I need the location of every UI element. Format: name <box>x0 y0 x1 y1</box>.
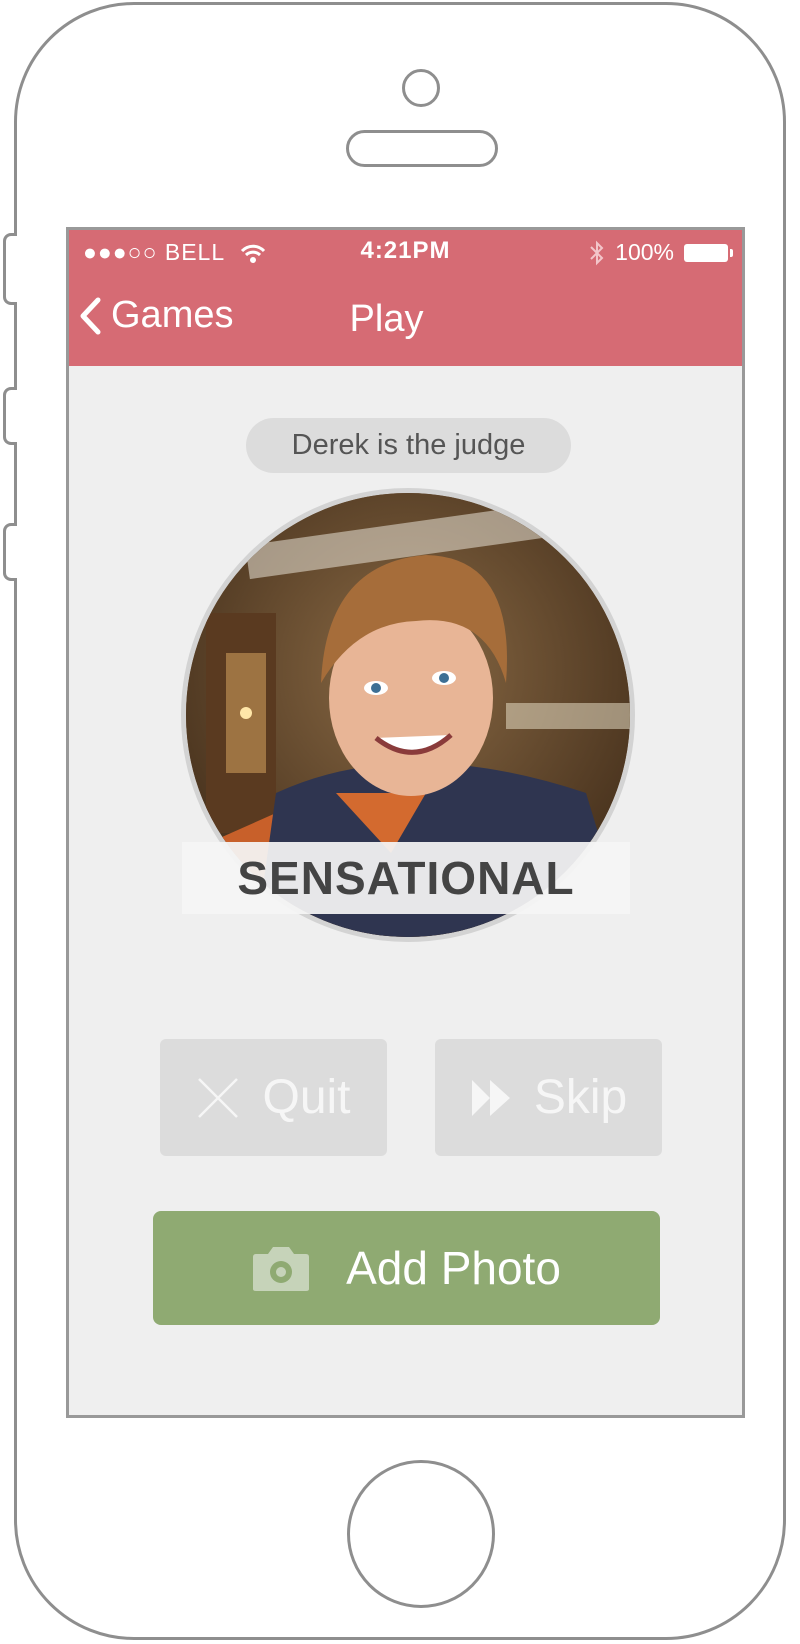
app-screen: ●●●○○ BELL 4:21PM 100% Games Play Derek … <box>66 227 745 1418</box>
mute-switch <box>3 233 17 305</box>
earpiece-speaker <box>346 130 498 167</box>
fast-forward-icon <box>471 1079 510 1116</box>
volume-up-button <box>3 387 17 445</box>
caption-label: SENSATIONAL <box>182 842 630 914</box>
camera-icon <box>253 1247 310 1291</box>
quit-button[interactable]: Quit <box>160 1039 387 1156</box>
add-photo-label: Add Photo <box>346 1242 561 1294</box>
quit-label: Quit <box>262 1071 351 1124</box>
skip-button[interactable]: Skip <box>435 1039 662 1156</box>
page-title: Play <box>349 298 424 340</box>
close-icon <box>198 1077 239 1118</box>
battery-percent: 100% <box>615 239 674 265</box>
nav-bar: Games Play <box>69 272 742 366</box>
status-right: 100% <box>589 239 733 266</box>
battery-icon <box>684 243 733 262</box>
front-camera <box>402 69 440 107</box>
status-bar: ●●●○○ BELL 4:21PM 100% <box>69 230 742 272</box>
add-photo-button[interactable]: Add Photo <box>153 1211 660 1325</box>
skip-label: Skip <box>533 1071 628 1124</box>
judge-badge: Derek is the judge <box>246 418 571 473</box>
home-button[interactable] <box>347 1460 495 1608</box>
bluetooth-icon <box>590 240 604 265</box>
volume-down-button <box>3 523 17 581</box>
